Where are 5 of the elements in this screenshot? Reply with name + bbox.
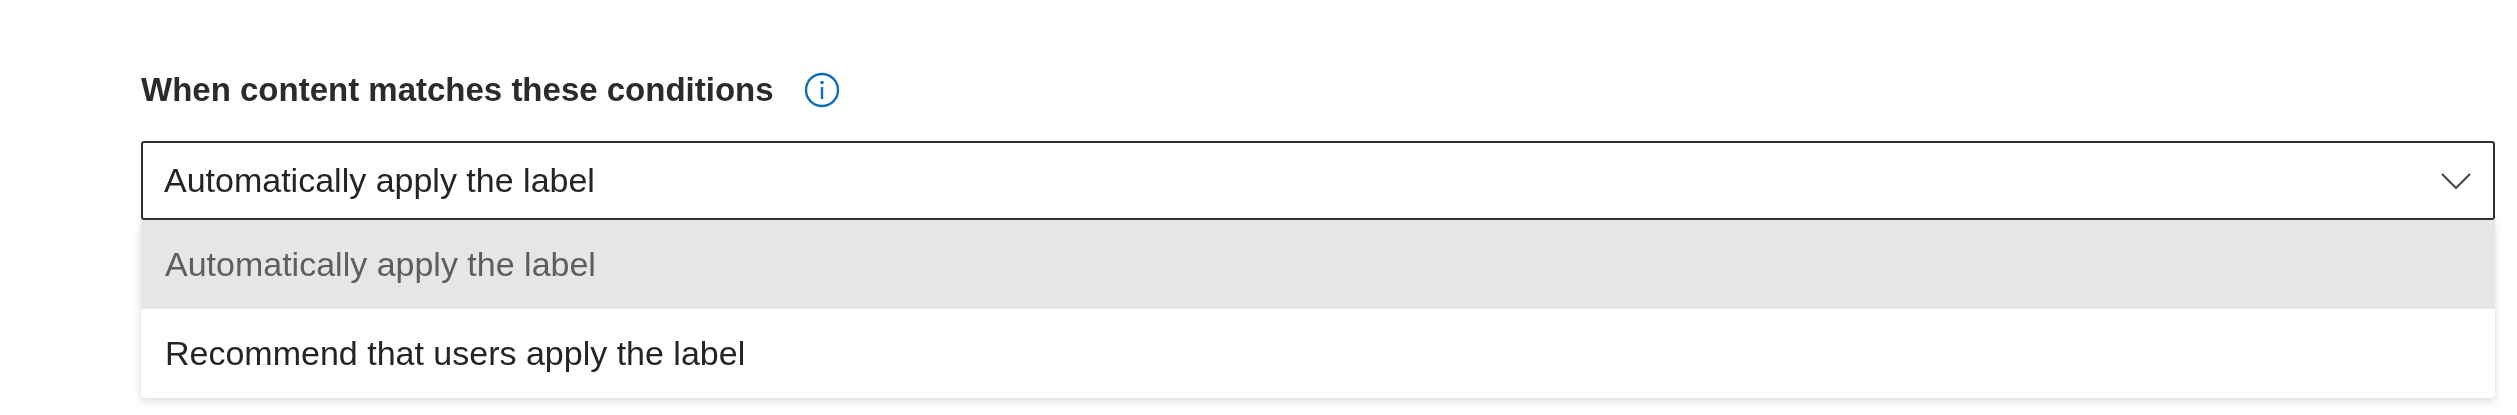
info-icon[interactable] <box>803 72 840 108</box>
dropdown-option[interactable]: Automatically apply the label <box>141 220 2495 309</box>
dropdown-field[interactable]: Automatically apply the label <box>141 141 2495 220</box>
dropdown-option[interactable]: Recommend that users apply the label <box>141 309 2495 398</box>
section-heading: When content matches these conditions <box>141 71 774 109</box>
